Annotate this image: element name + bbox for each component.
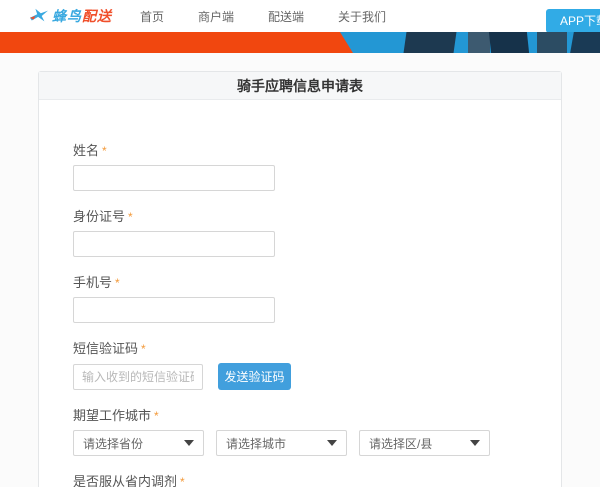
- province-select-value: 请选择省份: [83, 436, 144, 451]
- banner-photo-fragment: [403, 32, 457, 53]
- field-id-number-label: 身份证号 *: [73, 209, 133, 224]
- province-select[interactable]: 请选择省份: [73, 430, 204, 456]
- application-form-card: 骑手应聘信息申请表 姓名 * 身份证号 * 手机号 * 短信验证码 * 输入收到…: [38, 71, 562, 487]
- id-number-input[interactable]: [73, 231, 275, 257]
- required-marker: *: [180, 475, 185, 487]
- chevron-down-icon: [470, 440, 480, 446]
- name-input[interactable]: [73, 165, 275, 191]
- required-marker: *: [115, 276, 120, 290]
- form-body: 姓名 * 身份证号 * 手机号 * 短信验证码 * 输入收到的短信验证码 发送验…: [39, 100, 561, 487]
- field-name-label: 姓名 *: [73, 143, 107, 158]
- sms-code-input[interactable]: [73, 363, 203, 390]
- city-select-value: 请选择城市: [226, 436, 287, 451]
- hero-banner-strip: [0, 32, 600, 53]
- banner-photo-fragment: [537, 32, 567, 53]
- phone-input[interactable]: [73, 297, 275, 323]
- field-relocation: 是否服从省内调剂* 是 否: [73, 471, 527, 487]
- banner-orange-ribbon: [0, 32, 353, 53]
- district-select[interactable]: 请选择区/县: [359, 430, 490, 456]
- nav-item-about[interactable]: 关于我们: [326, 8, 398, 25]
- required-marker: *: [102, 144, 107, 158]
- nav-item-merchant[interactable]: 商户端: [186, 8, 246, 25]
- field-relocation-label: 是否服从省内调剂 *: [73, 474, 185, 487]
- banner-photo-fragment: [488, 32, 530, 53]
- field-id-number: 身份证号 *: [73, 206, 527, 257]
- field-sms-code-label: 短信验证码 *: [73, 341, 146, 356]
- logo-text-primary: 蜂鸟: [52, 8, 82, 24]
- field-phone-label: 手机号 *: [73, 275, 120, 290]
- required-marker: *: [154, 409, 159, 423]
- logo-text-secondary: 配送: [82, 8, 112, 24]
- brand-logo[interactable]: 蜂鸟 配送: [28, 6, 112, 26]
- field-city-label: 期望工作城市 *: [73, 408, 159, 423]
- bird-icon: [30, 8, 48, 22]
- banner-photo-fragment: [570, 32, 600, 53]
- send-code-button[interactable]: 发送验证码: [218, 363, 291, 390]
- field-sms-code: 短信验证码* 发送验证码: [73, 338, 527, 390]
- field-city: 期望工作城市 * 请选择省份 请选择城市 请选择区/县: [73, 405, 527, 456]
- chevron-down-icon: [327, 440, 337, 446]
- nav-item-delivery[interactable]: 配送端: [256, 8, 316, 25]
- district-select-value: 请选择区/县: [369, 436, 433, 451]
- app-download-button[interactable]: APP下载: [546, 9, 600, 33]
- top-navigation: 蜂鸟 配送 首页 商户端 配送端 关于我们 APP下载: [0, 0, 600, 33]
- banner-photo-fragment: [468, 32, 490, 53]
- required-marker: *: [141, 342, 146, 356]
- nav-item-home[interactable]: 首页: [128, 8, 176, 25]
- field-name: 姓名 *: [73, 140, 527, 191]
- field-phone: 手机号 *: [73, 272, 527, 323]
- chevron-down-icon: [184, 440, 194, 446]
- page-main: 骑手应聘信息申请表 姓名 * 身份证号 * 手机号 * 短信验证码 * 输入收到…: [0, 53, 600, 487]
- city-select[interactable]: 请选择城市: [216, 430, 347, 456]
- form-title: 骑手应聘信息申请表: [39, 72, 561, 100]
- nav-links: 首页 商户端 配送端 关于我们: [128, 8, 408, 25]
- required-marker: *: [128, 210, 133, 224]
